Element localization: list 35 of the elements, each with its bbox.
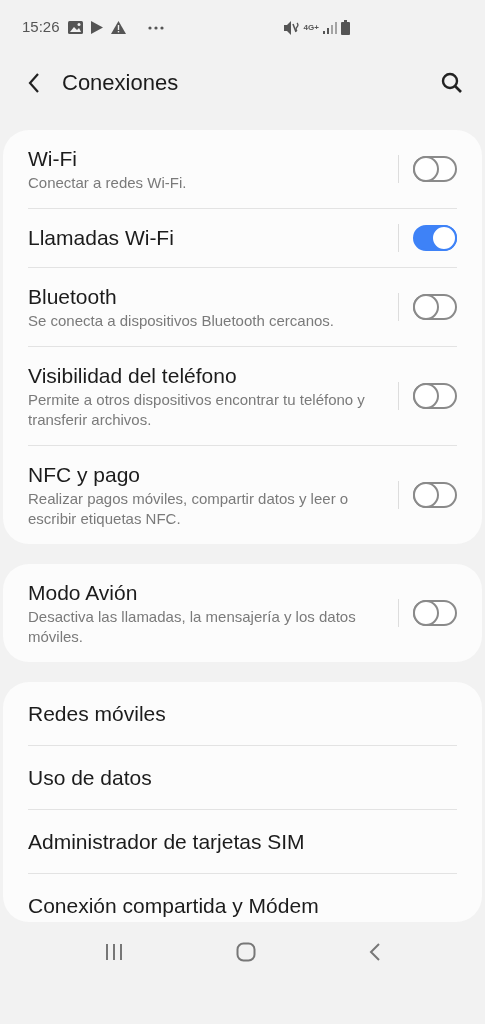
setting-description: Se conecta a dispositivos Bluetooth cercanos. [28,311,335,331]
search-icon[interactable] [441,71,463,94]
toggle-switch[interactable] [413,482,457,508]
signal-icon [322,21,337,34]
play-icon [90,21,103,34]
setting-description: Conectar a redes Wi-Fi. [28,173,188,193]
toggle-switch[interactable] [413,600,457,626]
setting-title[interactable]: NFC y pago [28,461,388,489]
image-icon [67,21,83,34]
mute-icon [283,20,300,35]
setting-title[interactable]: Llamadas Wi-Fi [28,224,388,252]
setting-title[interactable]: Conexión compartida y Módem [28,892,457,920]
toggle-switch[interactable] [413,156,457,182]
setting-title[interactable]: Uso de datos [28,764,457,792]
setting-title[interactable]: Wi-Fi [28,145,388,173]
setting-title[interactable]: Administrador de tarjetas SIM [28,828,457,856]
setting-title[interactable]: Modo Avión [28,579,388,607]
status-time: 15:26 [22,17,60,38]
more-icon [147,25,164,30]
toggle-switch[interactable] [413,294,457,320]
setting-description: Realizar pagos móviles, compartir datos y leer o escribir etiquetas NFC. [28,489,350,529]
setting-title[interactable]: Redes móviles [28,700,457,728]
home-icon[interactable] [235,942,256,962]
toggle-switch[interactable] [413,383,457,409]
setting-description: Permite a otros dispositivos encontrar tu teléfono y transferir archivos. [28,390,366,430]
battery-icon [340,20,350,35]
network-label: 4G+ [303,23,319,32]
setting-description: Desactiva las llamadas, la mensajería y los datos móviles. [28,607,357,647]
setting-title[interactable]: Bluetooth [28,283,388,311]
back-icon[interactable] [28,72,40,93]
recent-apps-icon[interactable] [104,943,123,961]
page-title: Conexiones [62,69,179,97]
warning-icon [110,21,126,34]
toggle-switch[interactable] [413,225,457,251]
setting-title[interactable]: Visibilidad del teléfono [28,362,388,390]
